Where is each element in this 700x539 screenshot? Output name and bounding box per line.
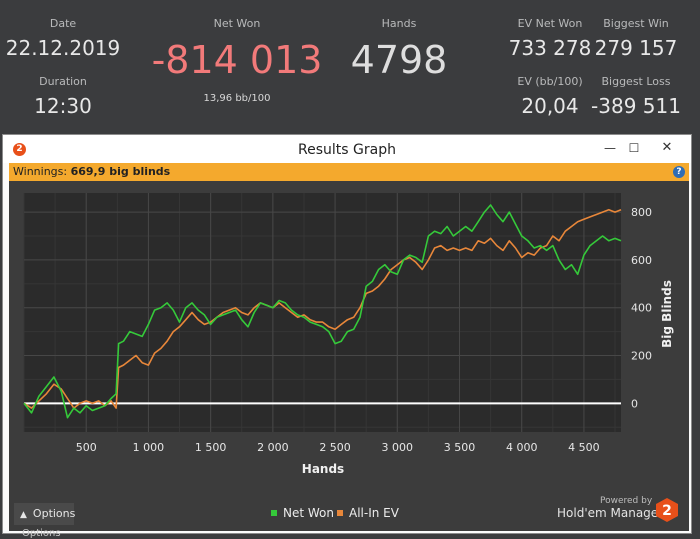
legend-all-in-ev-label: All-In EV <box>349 506 399 520</box>
minimize-button[interactable]: — <box>603 137 617 159</box>
results-chart: 500 1 000 1 500 2 000 2 500 3 000 3 500 4 000 4 … <box>23 193 674 476</box>
results-graph-window: 2 Results Graph — ☐ ✕ Winnings: 669,9 bi… <box>2 134 692 534</box>
x-tick-label: 1 000 <box>133 441 165 454</box>
winnings-value: 669,9 big blinds <box>70 165 171 178</box>
holdem-manager-logo-icon: 2 <box>656 498 678 522</box>
duration-label: Duration <box>39 75 87 88</box>
x-tick-label: 1 500 <box>195 441 227 454</box>
y-tick-label: 600 <box>631 254 652 267</box>
options-ghost-label: Options <box>22 528 61 539</box>
ev-net-won-label: EV Net Won <box>517 17 583 30</box>
window-title: Results Graph <box>298 142 396 158</box>
winnings-label: Winnings: <box>13 165 68 178</box>
biggest-loss-value: -389 511 <box>591 94 681 118</box>
x-tick-label: 3 000 <box>382 441 414 454</box>
y-axis-title: Big Blinds <box>660 280 674 348</box>
window-titlebar[interactable]: 2 Results Graph — ☐ ✕ <box>3 135 691 163</box>
hands-value: 4798 <box>350 38 448 82</box>
maximize-button[interactable]: ☐ <box>627 137 641 159</box>
net-won-rate: 13,96 bb/100 <box>203 93 271 104</box>
net-won-label: Net Won <box>213 17 261 30</box>
all-in-ev-swatch <box>337 510 343 516</box>
duration-value: 12:30 <box>34 94 92 118</box>
legend-net-won-label: Net Won <box>283 506 334 520</box>
date-value: 22.12.2019 <box>5 36 121 60</box>
legend-all-in-ev[interactable]: All-In EV <box>337 506 399 520</box>
winnings-bar: Winnings: 669,9 big blinds ? <box>9 163 689 181</box>
x-tick-label: 2 000 <box>257 441 289 454</box>
y-tick-label: 0 <box>631 397 638 410</box>
options-label: Options <box>32 507 76 520</box>
biggest-win-value: 279 157 <box>594 36 678 60</box>
hands-label: Hands <box>381 17 417 30</box>
ev-net-won-value: 733 278 <box>508 36 592 60</box>
brand-logo-glyph: 2 <box>662 503 672 519</box>
y-tick-label: 800 <box>631 206 652 219</box>
x-tick-label: 500 <box>76 441 97 454</box>
ev-bb-value: 20,04 <box>521 94 579 118</box>
net-won-swatch <box>271 510 277 516</box>
x-tick-label: 2 500 <box>319 441 351 454</box>
close-button[interactable]: ✕ <box>647 137 687 159</box>
legend-net-won[interactable]: Net Won <box>271 506 334 520</box>
ev-bb-label: EV (bb/100) <box>517 75 583 88</box>
x-axis-title: Hands <box>302 462 344 476</box>
biggest-loss-label: Biggest Loss <box>601 75 671 88</box>
y-tick-label: 200 <box>631 350 652 363</box>
x-tick-label: 4 500 <box>568 441 600 454</box>
x-tick-label: 4 000 <box>506 441 538 454</box>
options-button[interactable]: ▲ Options <box>14 503 76 525</box>
net-won-value: -814 013 <box>151 38 323 82</box>
chevron-up-icon: ▲ <box>20 510 27 520</box>
help-icon[interactable]: ? <box>673 166 685 178</box>
y-tick-label: 400 <box>631 302 652 315</box>
chart-area: 500 1 000 1 500 2 000 2 500 3 000 3 500 4 000 4 … <box>9 181 689 531</box>
brand-name: Hold'em Manager <box>557 506 664 520</box>
powered-by-label: Powered by <box>600 496 653 506</box>
date-label: Date <box>49 17 77 30</box>
biggest-win-label: Biggest Win <box>603 17 669 30</box>
x-tick-label: 3 500 <box>444 441 476 454</box>
